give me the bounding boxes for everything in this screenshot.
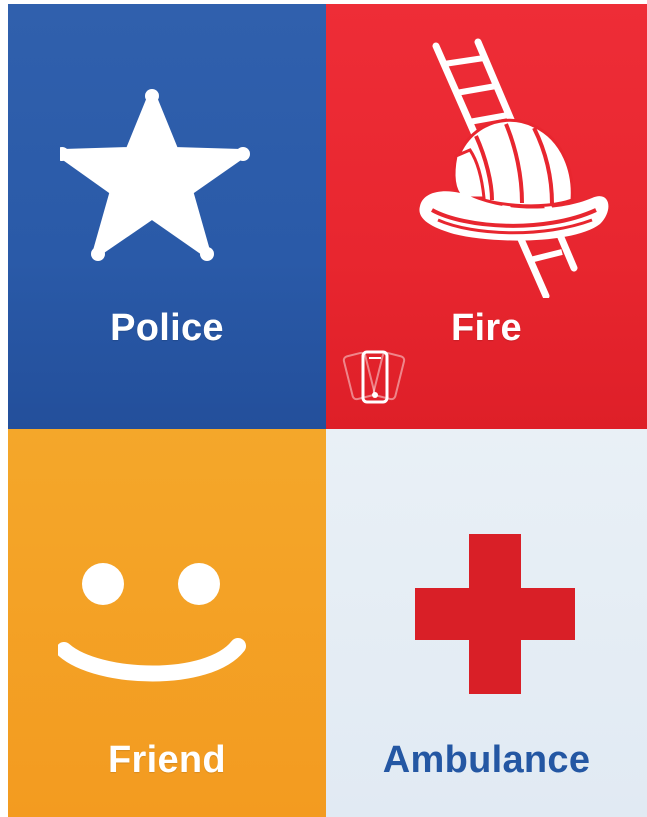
- emergency-grid: Police Fire Friend Ambulance: [8, 4, 647, 817]
- police-label: Police: [110, 307, 224, 349]
- fire-helmet-ladder-icon: [419, 38, 609, 298]
- smiley-icon: [58, 563, 246, 682]
- friend-tile[interactable]: Friend: [8, 429, 326, 817]
- star-badge-icon: [60, 89, 250, 261]
- red-cross-icon: [415, 534, 575, 694]
- friend-label: Friend: [108, 739, 226, 781]
- police-tile[interactable]: Police: [8, 4, 326, 429]
- shake-phone-icon: [342, 350, 406, 404]
- ambulance-label: Ambulance: [382, 739, 591, 781]
- ambulance-tile[interactable]: Ambulance: [326, 429, 647, 817]
- fire-label: Fire: [451, 307, 522, 349]
- fire-tile[interactable]: Fire: [326, 4, 647, 429]
